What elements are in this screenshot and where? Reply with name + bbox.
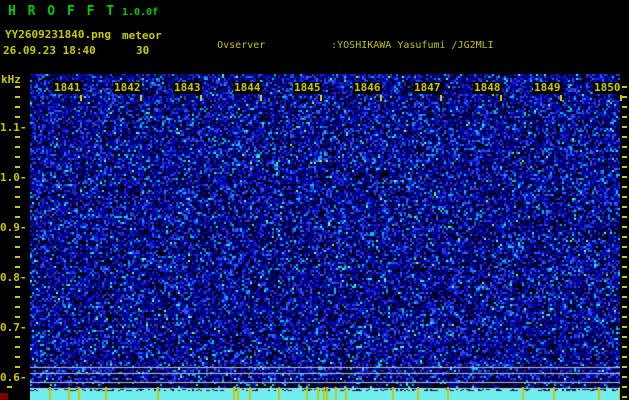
right-edge-tick bbox=[622, 316, 627, 318]
right-edge-tick bbox=[622, 96, 627, 98]
freq-minor-tick bbox=[15, 146, 20, 148]
freq-tick-label: 0.7- bbox=[0, 321, 27, 334]
right-edge-tick bbox=[622, 296, 627, 298]
freq-minor-tick bbox=[15, 106, 20, 108]
right-edge-tick bbox=[622, 116, 627, 118]
datetime-label: 26.09.23 18:40 bbox=[3, 44, 96, 57]
right-edge-tick bbox=[622, 166, 627, 168]
time-minute-tick bbox=[140, 95, 142, 101]
freq-minor-tick bbox=[15, 246, 20, 248]
time-minute-tick bbox=[620, 95, 622, 101]
time-minute-tick bbox=[380, 95, 382, 101]
observer-value: :YOSHIKAWA Yasufumi /JG2MLI bbox=[331, 40, 494, 51]
right-edge-tick bbox=[622, 156, 627, 158]
observer-label: Ovserver bbox=[217, 40, 266, 51]
freq-minor-tick bbox=[15, 96, 20, 98]
freq-minor-tick bbox=[15, 86, 20, 88]
right-edge-tick bbox=[622, 286, 627, 288]
right-edge-tick bbox=[622, 326, 627, 328]
right-edge-tick bbox=[622, 346, 627, 348]
time-tick-label: 1850 bbox=[593, 81, 622, 94]
right-edge-tick bbox=[622, 256, 627, 258]
freq-minor-tick bbox=[15, 256, 20, 258]
time-minute-tick bbox=[440, 95, 442, 101]
right-edge-tick bbox=[622, 396, 627, 398]
spectrogram-canvas bbox=[30, 74, 620, 400]
time-minute-tick bbox=[500, 95, 502, 101]
freq-minor-tick bbox=[15, 336, 20, 338]
freq-minor-tick bbox=[15, 286, 20, 288]
freq-minor-tick bbox=[15, 216, 20, 218]
right-edge-tick bbox=[622, 86, 627, 88]
mode-label: meteor bbox=[122, 29, 162, 42]
time-minute-tick bbox=[80, 95, 82, 101]
right-edge-tick bbox=[622, 376, 627, 378]
freq-minor-tick bbox=[15, 186, 20, 188]
freq-minor-tick bbox=[15, 166, 20, 168]
right-edge-tick bbox=[622, 196, 627, 198]
freq-minor-tick bbox=[15, 206, 20, 208]
right-edge-tick bbox=[622, 206, 627, 208]
right-edge-tick bbox=[622, 236, 627, 238]
freq-tick-label: 0.8- bbox=[0, 271, 27, 284]
freq-minor-tick bbox=[15, 306, 20, 308]
right-edge-tick bbox=[622, 266, 627, 268]
time-tick-label: 1847 bbox=[413, 81, 442, 94]
right-edge-tick bbox=[622, 306, 627, 308]
time-tick-label: 1841 bbox=[53, 81, 82, 94]
time-minute-tick bbox=[320, 95, 322, 101]
time-tick-label: 1849 bbox=[533, 81, 562, 94]
freq-tick-label: 0.9- bbox=[0, 221, 27, 234]
freq-minor-tick bbox=[15, 346, 20, 348]
status-red-indicator bbox=[0, 393, 8, 400]
time-tick-label: 1844 bbox=[233, 81, 262, 94]
time-tick-label: 1843 bbox=[173, 81, 202, 94]
freq-minor-tick bbox=[15, 156, 20, 158]
output-filename: YY2609231840.png bbox=[5, 28, 111, 41]
time-tick-label: 1846 bbox=[353, 81, 382, 94]
freq-minor-tick bbox=[15, 236, 20, 238]
right-edge-tick bbox=[622, 226, 627, 228]
time-tick-label: 1848 bbox=[473, 81, 502, 94]
time-tick-label: 1842 bbox=[113, 81, 142, 94]
right-edge-tick bbox=[622, 146, 627, 148]
freq-minor-tick bbox=[7, 386, 12, 388]
right-edge-tick bbox=[622, 216, 627, 218]
right-edge-tick bbox=[622, 136, 627, 138]
right-edge-tick bbox=[622, 356, 627, 358]
time-minute-tick bbox=[200, 95, 202, 101]
freq-minor-tick bbox=[15, 366, 20, 368]
freq-minor-tick bbox=[15, 136, 20, 138]
right-edge-tick bbox=[622, 246, 627, 248]
time-minute-tick bbox=[560, 95, 562, 101]
hrofft-window: H R O F F T 1.0.0f YY2609231840.png mete… bbox=[0, 0, 629, 400]
freq-minor-tick bbox=[15, 266, 20, 268]
right-edge-tick bbox=[622, 366, 627, 368]
right-edge-tick bbox=[622, 276, 627, 278]
freq-tick-label: 1.1- bbox=[0, 121, 27, 134]
freq-minor-tick bbox=[15, 196, 20, 198]
freq-minor-tick bbox=[15, 116, 20, 118]
app-version: 1.0.0f bbox=[122, 7, 159, 18]
interval-value: 30 bbox=[136, 44, 150, 57]
freq-minor-tick bbox=[15, 296, 20, 298]
right-edge-tick bbox=[622, 186, 627, 188]
right-edge-tick bbox=[622, 336, 627, 338]
app-title: H R O F F T bbox=[8, 4, 117, 19]
right-edge-tick bbox=[622, 106, 627, 108]
time-minute-tick bbox=[260, 95, 262, 101]
freq-tick-label: 0.6- bbox=[0, 371, 27, 384]
freq-tick-label: 1.0- bbox=[0, 171, 27, 184]
freq-minor-tick bbox=[15, 316, 20, 318]
time-tick-label: 1845 bbox=[293, 81, 322, 94]
right-edge-tick bbox=[622, 386, 627, 388]
right-edge-tick bbox=[622, 126, 627, 128]
station-row-observer: Ovserver :YOSHIKAWA Yasufumi /JG2MLI bbox=[181, 28, 614, 64]
freq-axis-unit: kHz bbox=[1, 73, 21, 86]
freq-minor-tick bbox=[15, 356, 20, 358]
right-edge-tick bbox=[622, 176, 627, 178]
